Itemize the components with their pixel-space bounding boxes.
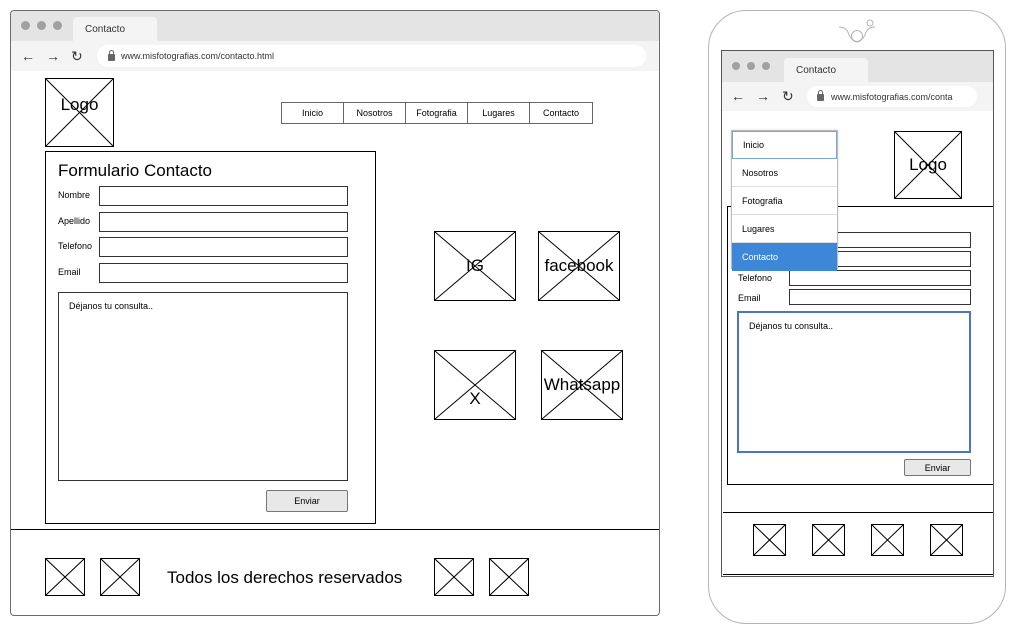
reload-icon[interactable]: ↻ (782, 89, 794, 103)
nav-menu: Inicio Nosotros Fotografia Lugares Conta… (281, 102, 593, 124)
x-placeholder[interactable]: X (434, 350, 516, 420)
field-label-nombre: Nombre (58, 190, 91, 200)
footer-icon-placeholder[interactable] (100, 558, 140, 596)
mobile-menu-item-fotografia[interactable]: Fotografia (732, 187, 837, 215)
logo-placeholder: Logo (45, 78, 114, 147)
submit-button[interactable]: Enviar (266, 490, 348, 512)
lock-icon (108, 50, 115, 61)
mobile-submit-button[interactable]: Enviar (904, 459, 971, 476)
facebook-label: facebook (544, 256, 614, 275)
field-label-apellido: Apellido (58, 216, 91, 226)
telefono-input[interactable] (99, 237, 348, 257)
field-label-telefono: Telefono (58, 241, 93, 251)
image-placeholder-icon (754, 525, 785, 555)
mobile-footer-icon-placeholder[interactable] (871, 524, 904, 556)
whatsapp-placeholder[interactable]: Whatsapp (541, 350, 623, 420)
message-placeholder: Déjanos tu consulta.. (69, 301, 154, 311)
mobile-url-text: www.misfotografias.com/conta (831, 91, 953, 102)
mobile-menu-item-contacto[interactable]: Contacto (732, 243, 837, 271)
mobile-browser-tab[interactable]: Contacto (784, 58, 868, 82)
image-placeholder-icon (931, 525, 962, 555)
whatsapp-label: Whatsapp (543, 375, 621, 394)
arrow-right-icon[interactable]: → (46, 49, 60, 63)
x-label: X (469, 389, 481, 408)
nav-item-lugares[interactable]: Lugares (468, 103, 530, 123)
mobile-tab-bar: Contacto (722, 51, 993, 82)
footer-icon-placeholder[interactable] (489, 558, 529, 596)
mobile-field-label-email: Email (738, 293, 761, 303)
nav-item-contacto[interactable]: Contacto (530, 103, 592, 123)
footer: Todos los derechos reservados (11, 530, 659, 615)
email-input[interactable] (99, 263, 348, 283)
arrow-left-icon[interactable]: ← (731, 89, 745, 103)
contact-form: Formulario Contacto Nombre Apellido Tele… (45, 151, 376, 524)
desktop-browser-window: Contacto ← → ↻ www.misfotografias.com/co… (10, 10, 660, 616)
message-textarea[interactable]: Déjanos tu consulta.. (58, 292, 348, 481)
instagram-label: IG (466, 256, 484, 275)
image-placeholder-icon (813, 525, 844, 555)
field-label-email: Email (58, 267, 81, 277)
image-placeholder-icon (101, 559, 139, 595)
mobile-footer-icon-placeholder[interactable] (812, 524, 845, 556)
nav-item-nosotros[interactable]: Nosotros (344, 103, 406, 123)
window-minimize-dot[interactable] (37, 21, 46, 30)
mobile-logo-label: Logo (909, 155, 947, 174)
arrow-right-icon[interactable]: → (756, 89, 770, 103)
url-field[interactable]: www.misfotografias.com/contacto.html (97, 45, 646, 67)
mobile-telefono-input[interactable] (789, 270, 971, 286)
facebook-placeholder[interactable]: facebook (538, 231, 620, 301)
nav-item-inicio[interactable]: Inicio (282, 103, 344, 123)
nombre-input[interactable] (99, 186, 348, 206)
mobile-email-input[interactable] (789, 289, 971, 305)
mobile-logo-placeholder: Logo (894, 131, 962, 199)
logo-label: Logo (60, 95, 99, 114)
window-close-dot[interactable] (21, 21, 30, 30)
window-minimize-dot[interactable] (747, 62, 755, 70)
mobile-footer-icon-placeholder[interactable] (753, 524, 786, 556)
mobile-field-label-telefono: Telefono (738, 273, 773, 283)
url-text: www.misfotografias.com/contacto.html (121, 51, 275, 61)
mobile-message-textarea[interactable]: Déjanos tu consulta.. (737, 311, 971, 453)
instagram-placeholder[interactable]: IG (434, 231, 516, 301)
mobile-screen: Contacto ← → ↻ www.misfotografias.com/co… (721, 50, 994, 577)
tab-bar: Contacto (11, 11, 659, 41)
mobile-footer-icon-placeholder[interactable] (930, 524, 963, 556)
form-title: Formulario Contacto (58, 161, 213, 180)
reload-icon[interactable]: ↻ (71, 49, 83, 63)
image-placeholder-icon (46, 559, 84, 595)
mobile-device-frame: Contacto ← → ↻ www.misfotografias.com/co… (708, 10, 1006, 624)
camera-notch-icon (838, 19, 876, 43)
browser-tab[interactable]: Contacto (73, 17, 157, 41)
footer-icon-placeholder[interactable] (434, 558, 474, 596)
mobile-tab-title: Contacto (796, 64, 837, 76)
mobile-nav-dropdown: Inicio Nosotros Fotografia Lugares Conta… (731, 130, 838, 271)
window-close-dot[interactable] (732, 62, 740, 70)
image-placeholder-icon (435, 559, 473, 595)
image-placeholder-icon (490, 559, 528, 595)
nav-item-fotografia[interactable]: Fotografia (406, 103, 468, 123)
footer-copyright: Todos los derechos reservados (167, 568, 403, 587)
mobile-menu-item-inicio[interactable]: Inicio (732, 131, 837, 159)
window-maximize-dot[interactable] (53, 21, 62, 30)
mobile-address-bar: ← → ↻ www.misfotografias.com/conta (722, 82, 993, 111)
arrow-left-icon[interactable]: ← (21, 49, 35, 63)
lock-icon (817, 90, 824, 101)
apellido-input[interactable] (99, 212, 348, 232)
window-maximize-dot[interactable] (762, 62, 770, 70)
mobile-menu-item-lugares[interactable]: Lugares (732, 215, 837, 243)
tab-title: Contacto (85, 23, 126, 35)
mobile-url-field[interactable]: www.misfotografias.com/conta (807, 86, 977, 107)
image-placeholder-icon (872, 525, 903, 555)
mobile-menu-item-nosotros[interactable]: Nosotros (732, 159, 837, 187)
address-bar: ← → ↻ www.misfotografias.com/contacto.ht… (11, 41, 659, 71)
mobile-footer (723, 512, 993, 575)
mobile-message-placeholder: Déjanos tu consulta.. (749, 321, 834, 331)
footer-icon-placeholder[interactable] (45, 558, 85, 596)
